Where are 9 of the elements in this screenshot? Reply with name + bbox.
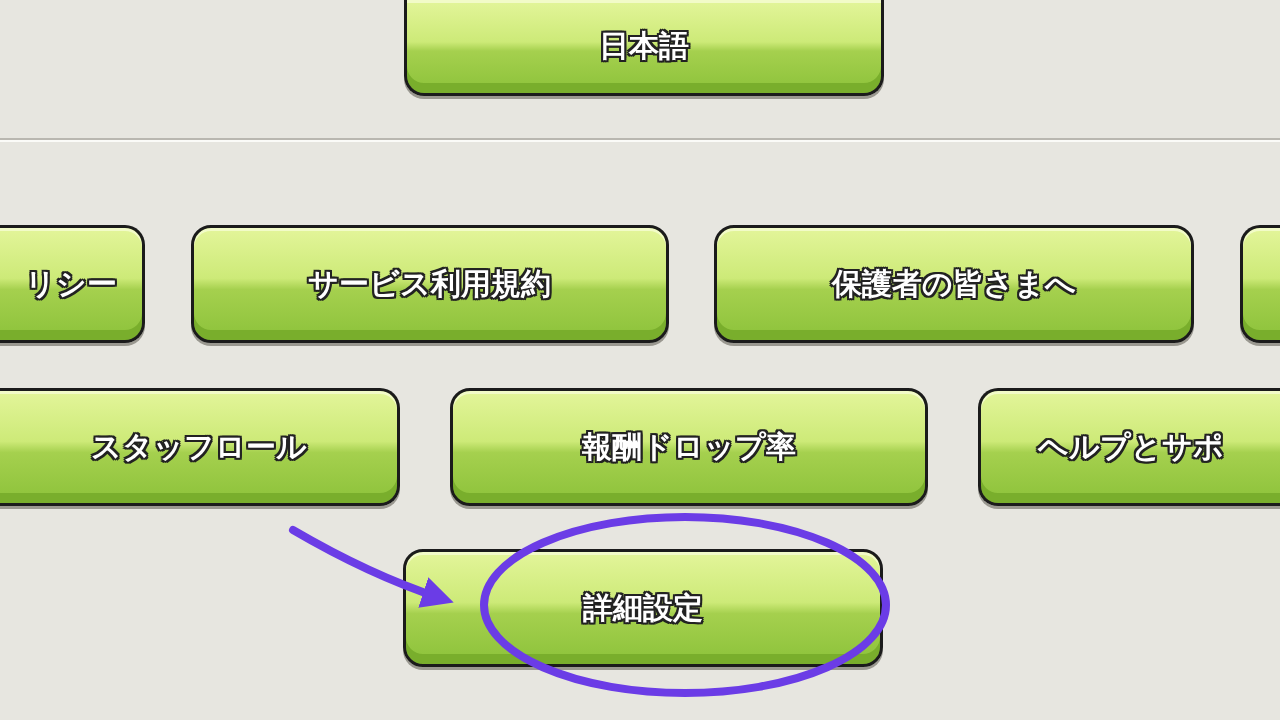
menu-button[interactable] bbox=[1239, 225, 1280, 343]
menu-button[interactable]: 詳細設定 bbox=[402, 549, 883, 667]
menu-button[interactable]: 保護者の皆さまへ bbox=[714, 225, 1195, 343]
menu-button[interactable]: ヘルプとサポ bbox=[978, 388, 1280, 506]
menu-button[interactable]: スタッフロール bbox=[0, 388, 400, 506]
menu-button[interactable]: リシー bbox=[0, 225, 145, 343]
language-button[interactable]: 日本語 bbox=[403, 0, 884, 96]
menu-button[interactable]: 報酬ドロップ率 bbox=[450, 388, 928, 506]
menu-button[interactable]: サービス利用規約 bbox=[190, 225, 669, 343]
